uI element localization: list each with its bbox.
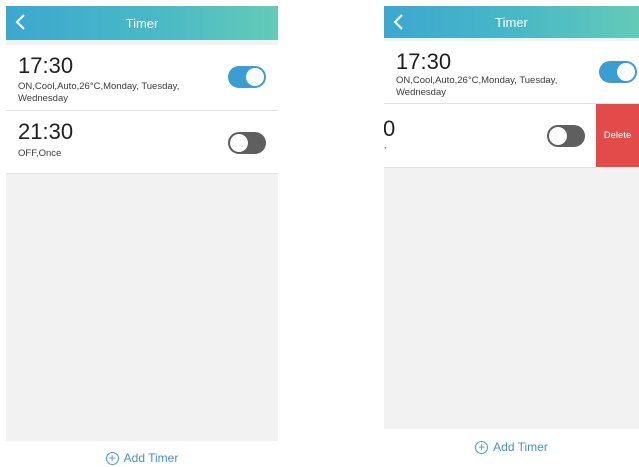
timer-detail: OFF,Once [18, 148, 62, 159]
timer-screen-swiped: Timer 17:30 ON,Cool,Auto,26°C,Monday, Tu… [384, 6, 639, 467]
timer-detail-line: ON,Cool,Auto,26°C,Monday, Tuesday, [18, 81, 180, 92]
add-timer-label: Add Timer [123, 451, 179, 465]
timer-item[interactable]: 17:30 ON,Cool,Auto,26°C,Monday, Tuesday,… [384, 41, 639, 104]
timer-detail: ON,Cool,Auto,26°C,Monday, Tuesday, Wedne… [396, 75, 557, 99]
plus-circle-icon: + [105, 451, 119, 465]
header-bar: Timer [6, 6, 278, 40]
toggle-knob [549, 127, 567, 145]
page-title: Timer [125, 16, 159, 31]
add-timer-bar: + Add Timer [6, 441, 278, 467]
timer-toggle-off[interactable] [228, 132, 266, 154]
timer-item[interactable]: 17:30 ON,Cool,Auto,26°C,Monday, Tuesday,… [6, 45, 278, 111]
timer-list: 17:30 ON,Cool,Auto,26°C,Monday, Tuesday,… [384, 41, 639, 168]
timer-list: 17:30 ON,Cool,Auto,26°C,Monday, Tuesday,… [6, 45, 278, 174]
timer-detail-line: Wednesday [18, 93, 68, 104]
timer-time: 21:30 [18, 119, 74, 144]
timer-time: 17:30 [396, 49, 452, 74]
timer-toggle-on[interactable] [599, 61, 637, 83]
toggle-knob [617, 63, 635, 81]
timer-time: 17:30 [18, 53, 74, 78]
timer-detail-fragment: , [384, 140, 387, 151]
timer-time-fragment: 0 [384, 116, 396, 141]
plus-circle-icon: + [475, 440, 489, 454]
timer-item[interactable]: 21:30 OFF,Once [6, 111, 278, 174]
header-bar: Timer [384, 6, 639, 38]
add-timer-button[interactable]: + Add Timer [384, 440, 639, 454]
timer-toggle-off[interactable] [547, 125, 585, 147]
delete-button[interactable]: Delete [596, 104, 639, 167]
timer-detail: ON,Cool,Auto,26°C,Monday, Tuesday, Wedne… [18, 81, 179, 105]
timer-detail-line: ON,Cool,Auto,26°C,Monday, Tuesday, [396, 75, 558, 86]
toggle-knob [230, 134, 248, 152]
toggle-knob [246, 68, 264, 86]
timer-detail-line: Wednesday [396, 87, 446, 98]
add-timer-bar: + Add Timer [384, 429, 639, 467]
page-title: Timer [495, 15, 528, 30]
add-timer-button[interactable]: + Add Timer [6, 451, 278, 465]
add-timer-label: Add Timer [493, 440, 548, 454]
timer-toggle-on[interactable] [228, 66, 266, 88]
timer-screen-normal: Timer 17:30 ON,Cool,Auto,26°C,Monday, Tu… [6, 6, 278, 467]
timer-item-swiped[interactable]: 0 , Delete [384, 104, 639, 168]
